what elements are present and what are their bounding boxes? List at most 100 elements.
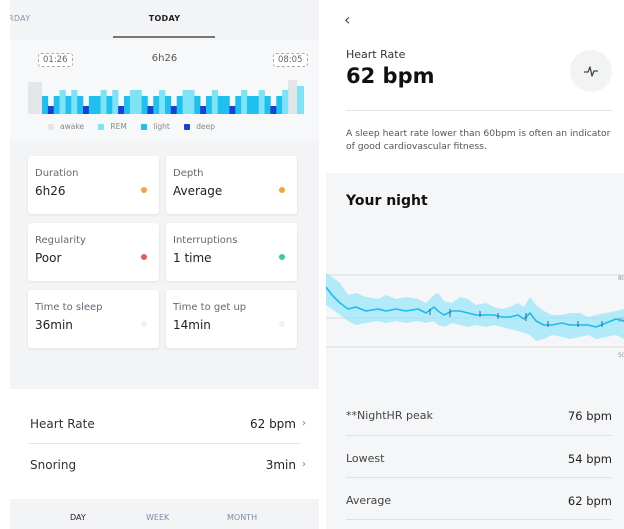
divider <box>346 519 612 520</box>
hypno-block-deep <box>170 106 178 114</box>
list-item-value: 3min <box>265 458 296 472</box>
day-tabs: RDAY TODAY <box>10 0 319 38</box>
metric-value: 6h26 <box>35 184 66 198</box>
metric-interruptions-card[interactable]: Interruptions 1 time <box>166 223 297 281</box>
hypno-block-rem <box>71 90 78 114</box>
heart-rate-range-band <box>326 273 624 341</box>
list-item-value: 62 bpm <box>249 417 296 431</box>
metric-depth-card[interactable]: Depth Average <box>166 156 297 214</box>
hypno-block-rem <box>211 90 219 114</box>
list-item-label: Snoring <box>30 458 77 472</box>
night-heart-rate-card: Your night 80 60 50 <box>326 173 624 393</box>
hypno-block-light <box>77 96 84 114</box>
hypno-rem-end <box>297 86 304 114</box>
nav-day[interactable]: DAY <box>70 513 86 522</box>
legend-awake-label: awake <box>60 122 85 131</box>
stat-value: 54 bpm <box>567 452 612 466</box>
metric-time-to-sleep-card[interactable]: Time to sleep 36min <box>28 290 159 348</box>
status-dot <box>279 321 285 327</box>
metric-duration-card[interactable]: Duration 6h26 <box>28 156 159 214</box>
metric-regularity-card[interactable]: Regularity Poor <box>28 223 159 281</box>
hypno-block-light <box>106 96 113 114</box>
status-dot <box>141 321 147 327</box>
legend-deep-swatch <box>184 124 191 130</box>
hypno-block-light <box>176 96 183 114</box>
hypno-block-rem <box>188 90 195 114</box>
list-item-snoring[interactable]: Snoring 3min › <box>10 444 319 486</box>
metric-label: Time to get up <box>173 302 247 313</box>
status-dot <box>279 187 285 193</box>
pulse-button[interactable] <box>570 50 612 92</box>
hypno-block-deep <box>47 106 55 114</box>
status-dot <box>141 187 147 193</box>
stat-label: Lowest <box>346 452 385 465</box>
legend-light-swatch <box>141 124 148 130</box>
hypno-block-rem <box>100 90 107 114</box>
nav-month[interactable]: MONTH <box>227 513 257 522</box>
chevron-right-icon: › <box>302 459 306 470</box>
sleep-hypnogram <box>28 80 304 114</box>
legend-light: light <box>141 122 170 131</box>
sleep-end-time: 08:05 <box>273 53 308 67</box>
sleep-metrics-grid: Duration 6h26 Depth Average Regularity P… <box>10 148 319 374</box>
metric-label: Time to sleep <box>35 302 103 313</box>
nav-week[interactable]: WEEK <box>146 513 169 522</box>
period-nav: DAY WEEK MONTH <box>10 499 319 529</box>
hypno-block-light <box>42 96 49 114</box>
hypno-block-light <box>165 96 172 114</box>
tab-today[interactable]: TODAY <box>10 14 319 23</box>
hypno-awake-start <box>28 82 42 114</box>
hypno-block-light <box>124 96 131 114</box>
axis-label-50: 50 <box>618 352 624 359</box>
sleep-summary-panel: RDAY TODAY 01:26 6h26 08:05 awake REM li… <box>10 0 319 529</box>
sleep-legend: awake REM light deep <box>48 122 227 131</box>
axis-label-60: 60 <box>618 317 624 324</box>
hypno-block-light <box>247 96 254 114</box>
night-heart-rate-chart: 80 60 50 <box>326 273 624 359</box>
stat-row-average: Average 62 bpm <box>326 478 624 520</box>
hypno-block-rem <box>282 90 289 114</box>
status-dot <box>141 254 147 260</box>
legend-deep-label: deep <box>196 122 215 131</box>
metric-label: Regularity <box>35 235 86 246</box>
hypno-block-light <box>252 96 260 114</box>
hypno-block-rem <box>135 90 142 114</box>
metric-value: 14min <box>173 318 211 332</box>
heart-rate-detail-panel: ‹ Heart Rate 62 bpm A sleep heart rate l… <box>326 0 624 529</box>
hypno-block-light <box>141 96 148 114</box>
legend-awake-swatch <box>48 124 54 130</box>
hypno-block-rem <box>182 90 189 114</box>
sleep-timeline-card: 01:26 6h26 08:05 awake REM light deep <box>10 40 319 140</box>
legend-deep: deep <box>184 122 215 131</box>
hypno-block-light <box>94 96 101 114</box>
metric-time-to-get-up-card[interactable]: Time to get up 14min <box>166 290 297 348</box>
hypno-block-deep <box>200 106 207 114</box>
page-title: Heart Rate <box>346 48 406 61</box>
hypno-block-light <box>235 96 242 114</box>
hypno-block-light <box>223 96 230 114</box>
hypno-block-deep <box>83 106 90 114</box>
status-dot <box>279 254 285 260</box>
hypno-block-rem <box>258 90 265 114</box>
hypno-block-rem <box>129 90 137 114</box>
stat-value: 76 bpm <box>567 409 612 423</box>
night-chart-title: Your night <box>346 193 428 209</box>
divider <box>346 110 612 111</box>
metric-label: Interruptions <box>173 235 238 246</box>
legend-rem-label: REM <box>110 122 127 131</box>
legend-rem-swatch <box>98 124 105 130</box>
hypno-block-rem <box>241 90 248 114</box>
list-item-heart-rate[interactable]: Heart Rate 62 bpm › <box>10 403 319 445</box>
stat-row-lowest: Lowest 54 bpm <box>326 436 624 478</box>
back-icon[interactable]: ‹ <box>344 10 362 30</box>
metric-value: Poor <box>35 251 62 265</box>
stat-label: **NightHR peak <box>346 409 433 422</box>
heart-rate-stats: **NightHR peak 76 bpm Lowest 54 bpm Aver… <box>326 393 624 529</box>
hypno-block-light <box>153 96 160 114</box>
legend-rem: REM <box>98 122 127 131</box>
hypno-block-light <box>65 96 72 114</box>
hypno-block-rem <box>159 90 166 114</box>
stat-value: 62 bpm <box>567 494 612 508</box>
hypno-block-deep <box>270 106 277 114</box>
hypno-block-light <box>88 96 96 114</box>
